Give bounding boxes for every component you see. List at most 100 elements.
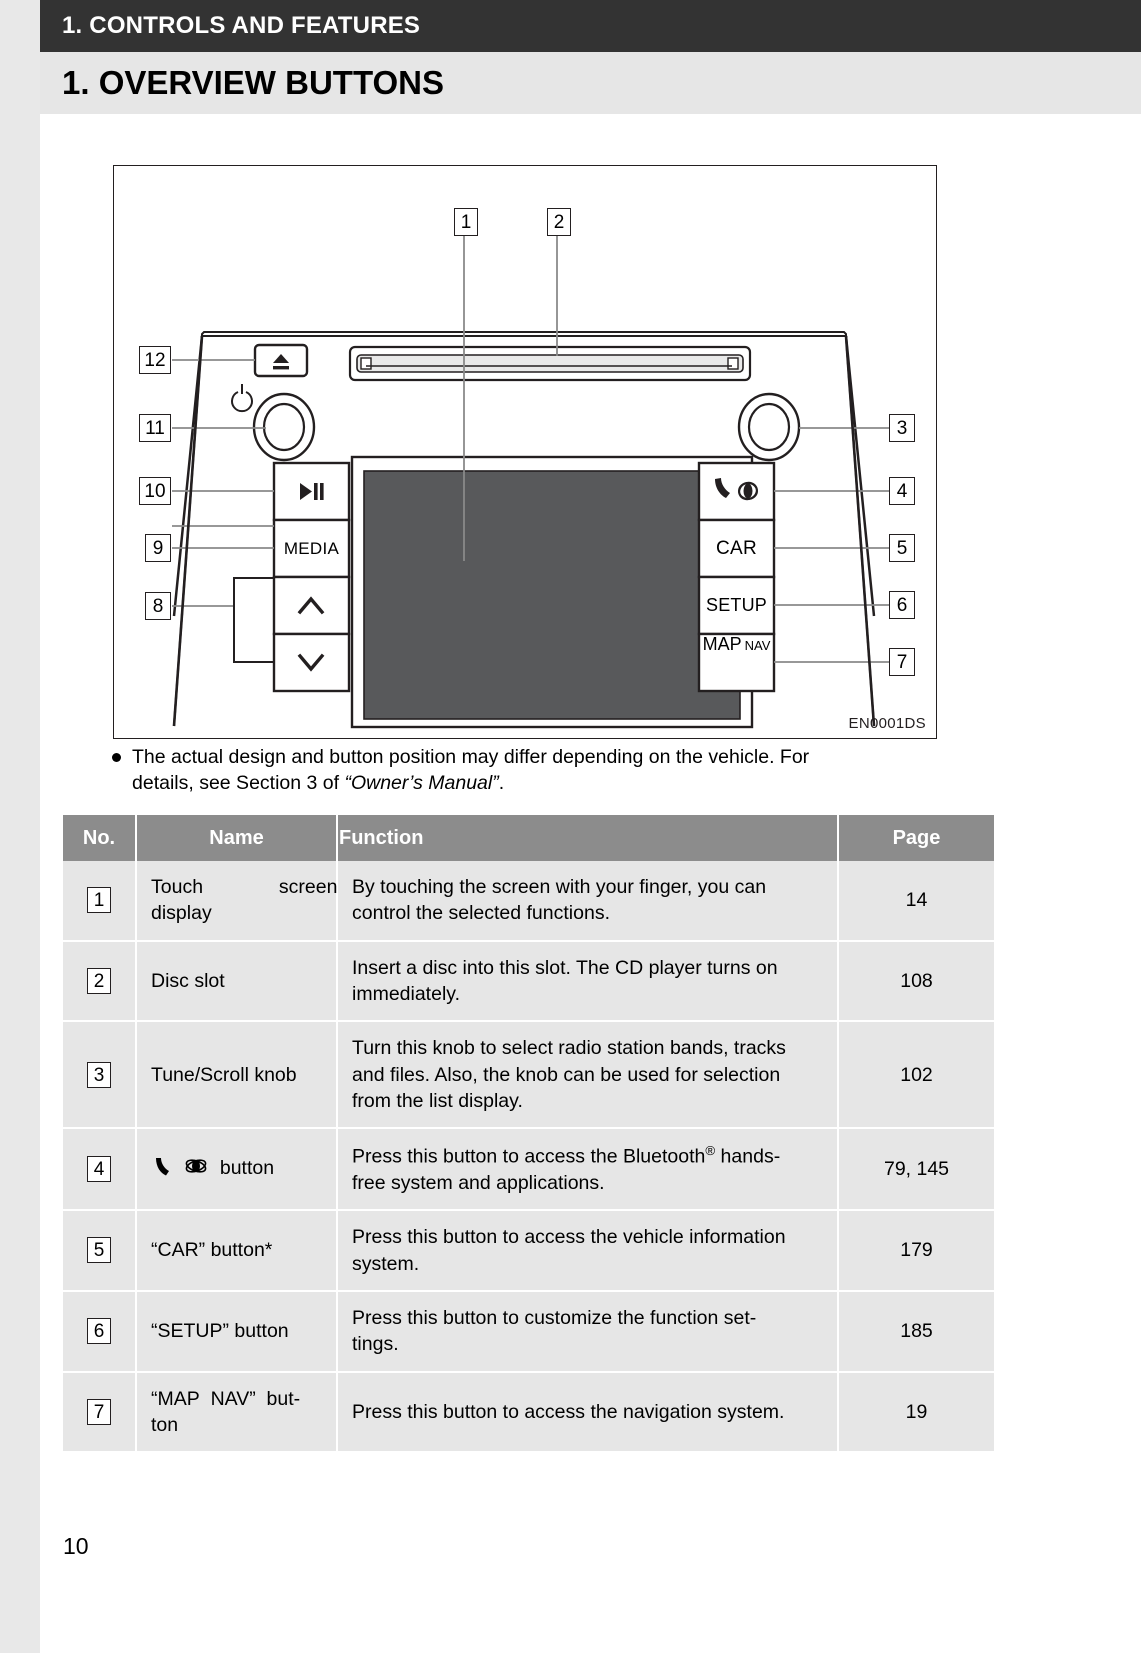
row-function-cell: Press this button to customize the funct… — [337, 1290, 839, 1373]
table-row: 2 Disc slot Insert a disc into this slot… — [63, 940, 994, 1023]
note-line2-post: . — [498, 771, 505, 794]
row-name-text-1: display — [151, 902, 212, 925]
row-name-text-7: ton — [151, 1413, 179, 1436]
figure-note: The actual design and button position ma… — [112, 745, 982, 797]
map-label: MAP — [702, 634, 742, 654]
row-number-badge-1: 1 — [87, 887, 111, 914]
row-number-cell: 3 — [63, 1021, 137, 1130]
callout-4: 4 — [889, 477, 915, 505]
row-function-cell: By touching the screen with your finger,… — [337, 861, 839, 942]
row-function-line: Press this button to access the vehicle … — [352, 1226, 786, 1249]
page-title: 1. OVERVIEW BUTTONS — [62, 64, 445, 101]
head-unit-figure: MEDIA CAR SETUP MAP NAV 1 2 3 4 5 6 7 8 … — [113, 165, 937, 739]
phone-handset-icon — [151, 1155, 173, 1184]
row-page-cell: 185 — [838, 1290, 994, 1373]
row-number-cell: 7 — [63, 1371, 137, 1454]
table-row: 4 button Press this button to access the… — [63, 1128, 994, 1212]
tune-scroll-knob-shape — [737, 392, 801, 462]
callout-10: 10 — [139, 477, 171, 505]
row-number-cell: 6 — [63, 1290, 137, 1373]
row-function-line: control the selected functions. — [352, 902, 610, 925]
row-number-badge-3: 3 — [87, 1061, 111, 1088]
column-header-page: Page — [838, 815, 994, 861]
row-number-cell: 4 — [63, 1128, 137, 1212]
row-page-cell: 14 — [838, 861, 994, 942]
row-name-cell: “CAR” button* — [136, 1210, 338, 1292]
table-row: 6 “SETUP” button Press this button to cu… — [63, 1290, 994, 1373]
setup-button-label: SETUP — [705, 595, 767, 615]
row-function-cell: Insert a disc into this slot. The CD pla… — [337, 940, 839, 1023]
chapter-header-bar: 1. OVERVIEW BUTTONS — [40, 52, 1141, 114]
callout-9: 9 — [145, 534, 171, 562]
row-function-line: immediately. — [352, 982, 461, 1005]
row-function-line: free system and applications. — [352, 1172, 605, 1194]
row-page-cell: 108 — [838, 940, 994, 1023]
row-function-line: Turn this knob to select radio station b… — [352, 1037, 786, 1060]
row-function-line: from the list display. — [352, 1089, 523, 1112]
nav-label: NAV — [744, 638, 771, 653]
media-button-label: MEDIA — [283, 538, 340, 558]
row-name-cell: Touch screen display — [136, 861, 338, 942]
apps-globe-icon — [184, 1155, 208, 1184]
figure-note-line-2: details, see Section 3 of “Owner’s Manua… — [132, 771, 982, 797]
row-number-badge-6: 6 — [87, 1318, 111, 1345]
car-button-label: CAR — [715, 537, 757, 559]
callout-8: 8 — [145, 592, 171, 620]
row-number-badge-4: 4 — [87, 1156, 111, 1183]
map-nav-button-label: MAP NAV — [699, 634, 774, 691]
row-number-cell: 2 — [63, 940, 137, 1023]
registered-mark: ® — [705, 1143, 716, 1159]
row-function-line: Press this button to access the Bluetoot… — [352, 1143, 781, 1168]
column-header-function: Function — [337, 815, 839, 861]
figure-note-line-1: The actual design and button position ma… — [132, 746, 810, 768]
column-header-no: No. — [63, 815, 137, 861]
row-name-cell: “MAP NAV” but- ton — [136, 1371, 338, 1454]
left-button-column-shape — [272, 461, 351, 693]
row-function-cell: Press this button to access the navigati… — [337, 1371, 839, 1454]
callout-5: 5 — [889, 534, 915, 562]
table-row: 5 “CAR” button* Press this button to acc… — [63, 1210, 994, 1292]
page-left-margin — [0, 0, 40, 1653]
eject-button-shape — [253, 343, 309, 378]
row-number-badge-5: 5 — [87, 1237, 111, 1264]
callout-3: 3 — [889, 414, 915, 442]
callout-2: 2 — [547, 208, 571, 236]
row-number-cell: 5 — [63, 1210, 137, 1292]
row-name-cell: button — [136, 1128, 338, 1212]
column-header-name: Name — [136, 815, 338, 861]
callout-1: 1 — [454, 208, 478, 236]
callout-12: 12 — [139, 346, 171, 374]
row-function-line: system. — [352, 1252, 420, 1275]
note-line2-pre: details, see Section 3 of — [132, 771, 345, 794]
table-header-row: No. Name Function Page — [63, 815, 994, 861]
row-function-cell: Press this button to access the Bluetoot… — [337, 1128, 839, 1212]
overview-buttons-table: No. Name Function Page 1 Touch screen di… — [63, 815, 994, 1454]
callout-6: 6 — [889, 591, 915, 619]
callout-7: 7 — [889, 648, 915, 676]
callout-11: 11 — [139, 414, 171, 442]
row-page-cell: 179 — [838, 1210, 994, 1292]
section-header-title: 1. CONTROLS AND FEATURES — [62, 12, 421, 39]
touch-screen-shape — [350, 455, 754, 729]
row-page-cell: 102 — [838, 1021, 994, 1130]
row-function-line: Insert a disc into this slot. The CD pla… — [352, 956, 778, 979]
row-page-cell: 19 — [838, 1371, 994, 1454]
disc-slot-shape — [348, 345, 752, 382]
figure-code: EN0001DS — [848, 715, 926, 732]
page-number: 10 — [63, 1533, 89, 1559]
row-function-line: and files. Also, the knob can be used fo… — [352, 1063, 781, 1086]
row-name-cell: Tune/Scroll knob — [136, 1021, 338, 1130]
row-number-badge-7: 7 — [87, 1398, 111, 1425]
row-page-cell: 79, 145 — [838, 1128, 994, 1212]
bullet-icon — [112, 753, 121, 762]
row-function-line: tings. — [352, 1333, 399, 1356]
row-name-cell: “SETUP” button — [136, 1290, 338, 1373]
row-number-cell: 1 — [63, 861, 137, 942]
table-row: 1 Touch screen display By touching the s… — [63, 861, 994, 942]
row-name-cell: Disc slot — [136, 940, 338, 1023]
table-row: 7 “MAP NAV” but- ton Press this button t… — [63, 1371, 994, 1454]
owners-manual-ref: “Owner’s Manual” — [344, 771, 499, 794]
figure-note-text: The actual design and button position ma… — [132, 745, 982, 797]
row-function-cell: Turn this knob to select radio station b… — [337, 1021, 839, 1130]
row-function-line: Press this button to customize the funct… — [352, 1306, 757, 1329]
